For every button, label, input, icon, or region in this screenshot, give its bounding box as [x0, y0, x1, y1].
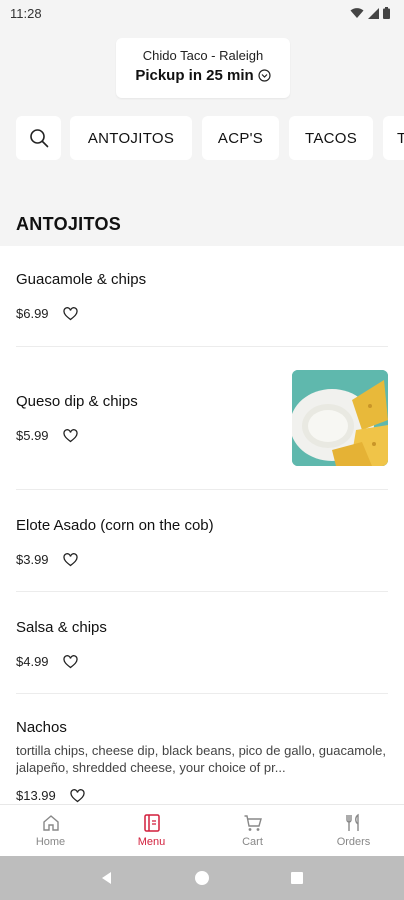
item-name: Elote Asado (corn on the cob) — [16, 517, 214, 534]
status-icons — [350, 7, 390, 19]
item-name: Nachos — [16, 719, 67, 736]
menu-item[interactable]: Queso dip & chips $5.99 — [16, 347, 388, 490]
item-price: $3.99 — [16, 552, 49, 567]
chevron-down-icon — [258, 69, 271, 82]
item-price: $6.99 — [16, 306, 49, 321]
menu-item[interactable]: Elote Asado (corn on the cob) $3.99 — [16, 490, 388, 592]
system-nav-bar — [0, 856, 404, 900]
pickup-label: Pickup in 25 min — [135, 67, 254, 84]
item-price: $4.99 — [16, 654, 49, 669]
heart-icon[interactable] — [70, 788, 85, 803]
pickup-time[interactable]: Pickup in 25 min — [116, 67, 290, 84]
tab-acps[interactable]: ACP'S — [202, 116, 279, 160]
home-icon — [42, 815, 59, 831]
recents-icon[interactable] — [289, 870, 305, 886]
back-icon[interactable] — [99, 870, 115, 886]
wifi-icon — [350, 8, 364, 18]
search-button[interactable] — [16, 116, 61, 160]
home-circle-icon[interactable] — [194, 870, 210, 886]
menu-item[interactable]: Nachos tortilla chips, cheese dip, black… — [16, 694, 388, 804]
heart-icon[interactable] — [62, 428, 78, 443]
search-icon — [29, 129, 48, 148]
nav-menu[interactable]: Menu — [101, 805, 202, 856]
item-name: Guacamole & chips — [16, 271, 147, 288]
nav-orders[interactable]: Orders — [303, 805, 404, 856]
nav-orders-label: Orders — [336, 836, 371, 848]
location-card[interactable]: Chido Taco - Raleigh Pickup in 25 min — [116, 38, 290, 98]
category-tabs: ANTOJITOS ACP'S TACOS T — [0, 116, 404, 162]
item-price: $13.99 — [16, 788, 56, 803]
menu-book-icon — [143, 814, 160, 832]
cart-icon — [244, 815, 262, 831]
item-photo — [292, 370, 388, 466]
utensils-icon — [345, 813, 359, 831]
item-description: tortilla chips, cheese dip, black beans,… — [16, 743, 386, 775]
tab-antojitos[interactable]: ANTOJITOS — [70, 116, 192, 160]
section-title: ANTOJITOS — [16, 214, 122, 234]
item-price: $5.99 — [16, 428, 49, 443]
nav-cart-label: Cart — [242, 836, 263, 848]
heart-icon[interactable] — [62, 306, 78, 321]
status-bar: 11:28 — [0, 0, 404, 26]
battery-icon — [383, 7, 390, 19]
menu-item[interactable]: Guacamole & chips $6.99 — [16, 246, 388, 347]
nav-home-label: Home — [35, 836, 66, 848]
nav-home[interactable]: Home — [0, 805, 101, 856]
bottom-nav: Home Menu Cart Orders — [0, 804, 404, 856]
item-name: Salsa & chips — [16, 619, 107, 636]
nav-menu-label: Menu — [137, 836, 166, 848]
signal-icon — [368, 7, 379, 19]
menu-item[interactable]: Salsa & chips $4.99 — [16, 592, 388, 694]
tab-next[interactable]: T — [383, 116, 404, 160]
heart-icon[interactable] — [62, 552, 78, 567]
tab-tacos[interactable]: TACOS — [289, 116, 373, 160]
menu-list: Guacamole & chips $6.99 Queso dip & chip… — [0, 246, 404, 804]
restaurant-name: Chido Taco - Raleigh — [142, 48, 264, 63]
nav-cart[interactable]: Cart — [202, 805, 303, 856]
status-time: 11:28 — [10, 5, 42, 21]
heart-icon[interactable] — [62, 654, 78, 669]
